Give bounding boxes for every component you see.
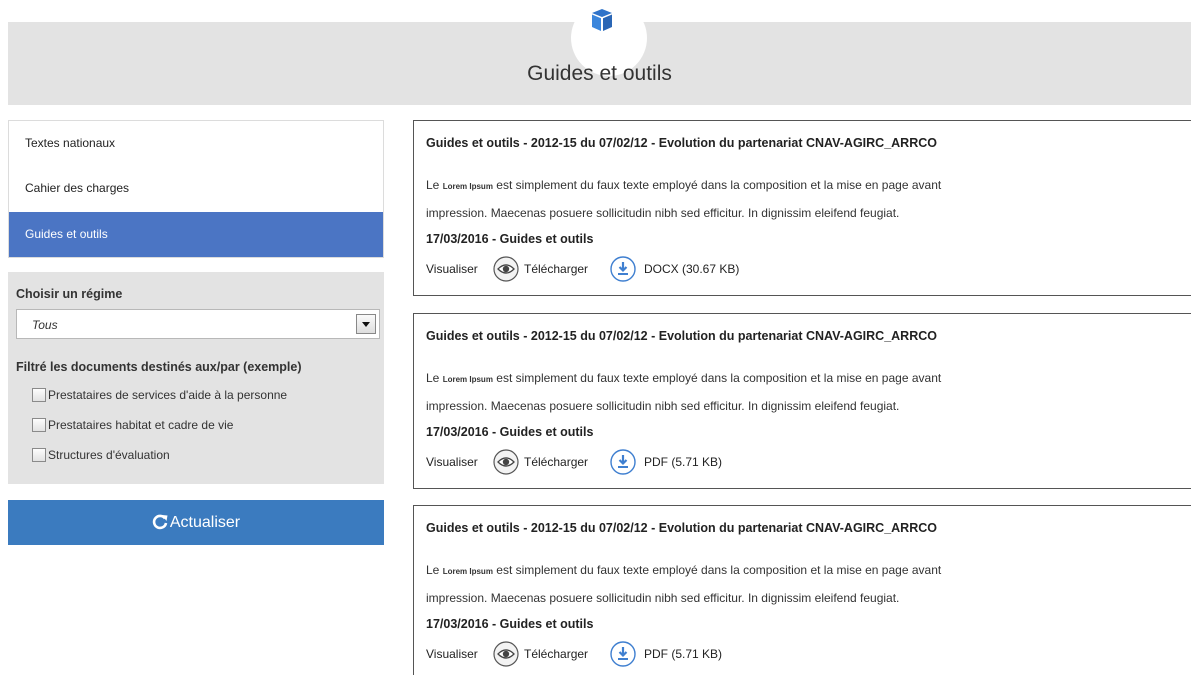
document-meta: 17/03/2016 - Guides et outils [426,425,594,439]
checkbox[interactable] [32,448,46,462]
checkbox[interactable] [32,418,46,432]
category-nav: Textes nationaux Cahier des charges Guid… [8,120,384,258]
download-icon[interactable] [610,256,636,282]
checkbox-label[interactable]: Prestataires de services d'aide à la per… [48,388,287,402]
document-title: Guides et outils - 2012-15 du 07/02/12 -… [426,136,937,150]
file-info: PDF (5.71 KB) [644,455,723,469]
view-label[interactable]: Visualiser [426,647,478,661]
download-label[interactable]: Télécharger [524,647,588,661]
cube-icon [592,9,612,31]
document-description: Le Lorem Ipsum est simplement du faux te… [426,371,942,413]
checkbox-label[interactable]: Structures d'évaluation [48,448,170,462]
chevron-down-icon[interactable] [356,314,376,334]
download-icon[interactable] [610,641,636,667]
refresh-button-label: Actualiser [169,514,241,531]
document-title: Guides et outils - 2012-15 du 07/02/12 -… [426,521,937,535]
document-description: Le Lorem Ipsum est simplement du faux te… [426,178,942,220]
download-label[interactable]: Télécharger [524,455,588,469]
document-card: Guides et outils - 2012-15 du 07/02/12 -… [413,313,1191,489]
document-card: Guides et outils - 2012-15 du 07/02/12 -… [413,120,1191,296]
view-label[interactable]: Visualiser [426,455,478,469]
regime-select-value: Tous [32,318,58,332]
eye-icon[interactable] [493,641,519,667]
nav-item-cahier-des-charges[interactable]: Cahier des charges [9,166,383,211]
document-meta: 17/03/2016 - Guides et outils [426,617,594,631]
page-title: Guides et outils [527,62,672,85]
document-meta: 17/03/2016 - Guides et outils [426,232,594,246]
download-icon[interactable] [610,449,636,475]
checkbox-label[interactable]: Prestataires habitat et cadre de vie [48,418,233,432]
refresh-icon [152,514,168,530]
eye-icon[interactable] [493,256,519,282]
document-description: Le Lorem Ipsum est simplement du faux te… [426,563,942,605]
regime-select[interactable]: Tous [16,309,380,339]
checkbox[interactable] [32,388,46,402]
document-title: Guides et outils - 2012-15 du 07/02/12 -… [426,329,937,343]
file-info: DOCX (30.67 KB) [644,262,740,276]
regime-heading: Choisir un régime [16,287,123,301]
view-label[interactable]: Visualiser [426,262,478,276]
eye-icon[interactable] [493,449,519,475]
nav-item-guides-et-outils[interactable]: Guides et outils [9,212,383,257]
nav-item-textes-nationaux[interactable]: Textes nationaux [9,121,383,166]
filters-panel: Choisir un régime Tous Filtré les docume… [8,272,384,484]
refresh-button[interactable]: Actualiser [8,500,384,545]
document-card: Guides et outils - 2012-15 du 07/02/12 -… [413,505,1191,675]
download-label[interactable]: Télécharger [524,262,588,276]
documents-filter-heading: Filtré les documents destinés aux/par (e… [16,360,302,374]
file-info: PDF (5.71 KB) [644,647,723,661]
